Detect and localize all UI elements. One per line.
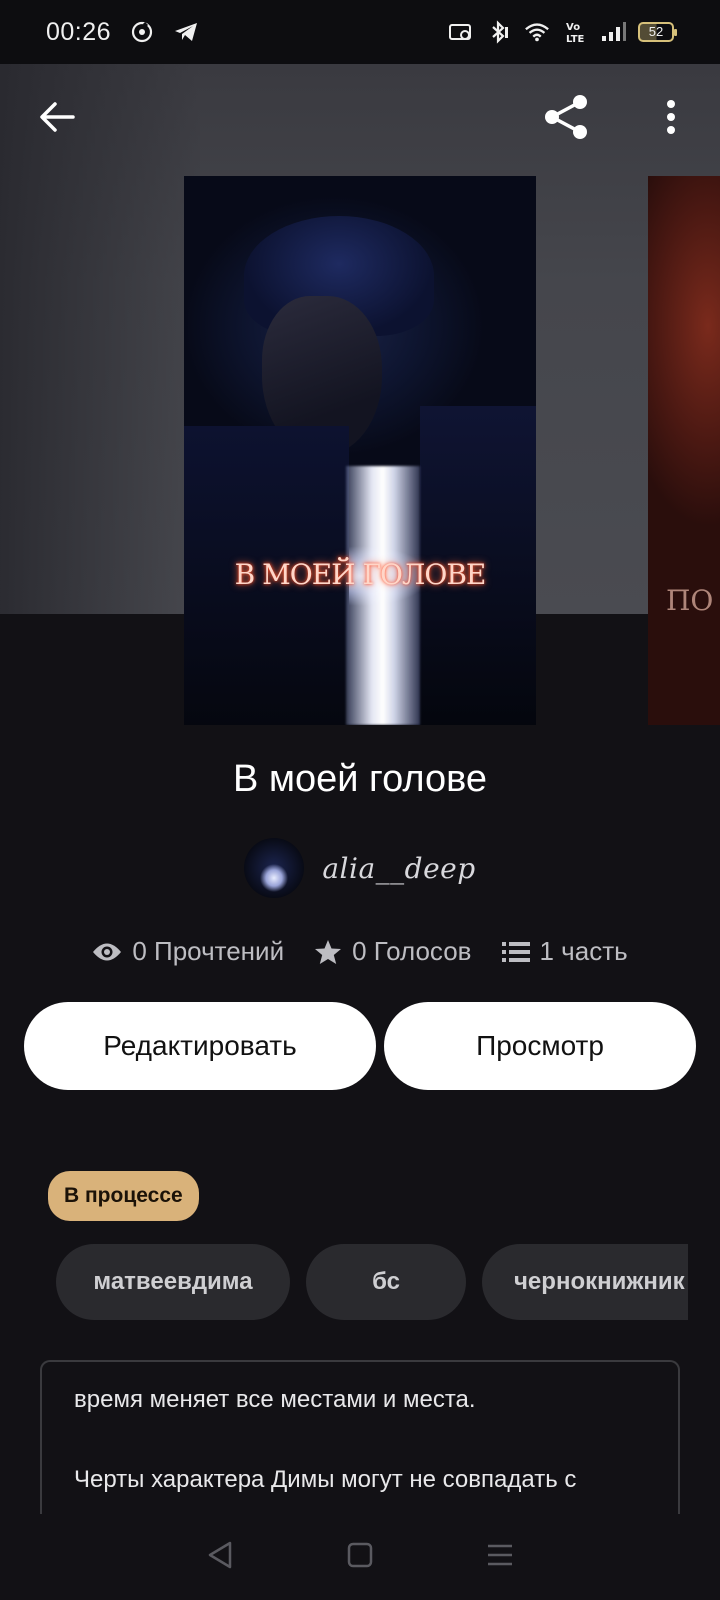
- story-details-screen: 00:26 Vo LTE 52 В МОЕЙ ГОЛОВЕ ПО В моей …: [0, 0, 720, 1600]
- parts-stat: 1 часть: [501, 936, 628, 967]
- votes-count: 0 Голосов: [352, 936, 472, 966]
- tag-chip[interactable]: бс: [306, 1244, 466, 1320]
- tag-chip[interactable]: чернокнижник: [482, 1244, 688, 1320]
- status-badge: В процессе: [48, 1171, 199, 1221]
- status-bar: 00:26 Vo LTE 52: [0, 0, 720, 64]
- back-triangle-icon: [206, 1540, 234, 1575]
- cover-title-text: В МОЕЙ ГОЛОВЕ: [234, 558, 487, 591]
- list-icon: [501, 941, 530, 963]
- system-nav-bar: [0, 1514, 720, 1600]
- description-line: время меняет все местами и места.: [74, 1386, 476, 1413]
- back-button[interactable]: [22, 84, 92, 154]
- svg-text:LTE: LTE: [566, 34, 585, 44]
- edit-button[interactable]: Редактировать: [24, 1002, 376, 1090]
- wifi-icon: [524, 20, 550, 44]
- top-toolbar: [0, 64, 720, 174]
- preview-button[interactable]: Просмотр: [384, 1002, 696, 1090]
- author-row[interactable]: alia__deep: [0, 838, 720, 898]
- description-line: Черты характера Димы могут не совпадать …: [74, 1466, 584, 1520]
- reads-stat: 0 Прочтений: [92, 936, 284, 967]
- share-button[interactable]: [532, 84, 602, 154]
- telegram-icon: [173, 20, 199, 44]
- eye-icon: [92, 941, 122, 963]
- tags-row[interactable]: матвеевдима бс чернокнижник: [56, 1244, 688, 1320]
- parts-count: 1 часть: [539, 936, 628, 966]
- tag-chip[interactable]: матвеевдима: [56, 1244, 290, 1320]
- volte-icon: Vo LTE: [562, 20, 588, 44]
- action-buttons: Редактировать Просмотр: [24, 1002, 696, 1090]
- nav-back-button[interactable]: [190, 1527, 250, 1587]
- next-story-cover[interactable]: ПО Е: [648, 176, 720, 725]
- story-stats: 0 Прочтений 0 Голосов 1 часть: [0, 936, 720, 967]
- status-time: 00:26: [46, 17, 112, 46]
- svg-text:Vo: Vo: [566, 22, 580, 33]
- nav-home-button[interactable]: [330, 1527, 390, 1587]
- share-icon: [542, 92, 592, 147]
- story-cover-image[interactable]: В МОЕЙ ГОЛОВЕ: [184, 176, 536, 725]
- story-title: В моей голове: [232, 758, 488, 800]
- music-app-icon: [129, 20, 155, 44]
- votes-stat: 0 Голосов: [314, 936, 472, 967]
- arrow-left-icon: [39, 101, 75, 138]
- bluetooth-icon: [486, 20, 512, 44]
- more-vertical-icon: [666, 99, 676, 139]
- reads-count: 0 Прочтений: [132, 936, 285, 966]
- nav-recents-button[interactable]: [470, 1527, 530, 1587]
- more-menu-button[interactable]: [636, 84, 706, 154]
- home-square-icon: [347, 1542, 373, 1573]
- battery-indicator: 52: [638, 22, 677, 42]
- author-avatar[interactable]: [244, 838, 305, 898]
- description-box[interactable]: время меняет все местами и места. Черты …: [40, 1360, 680, 1520]
- screen-cast-icon: [448, 20, 474, 44]
- author-name[interactable]: alia__deep: [322, 852, 475, 885]
- signal-icon: [600, 20, 626, 44]
- star-icon: [314, 939, 342, 965]
- next-cover-title-text: ПО Е: [666, 584, 720, 617]
- recents-menu-icon: [486, 1543, 514, 1572]
